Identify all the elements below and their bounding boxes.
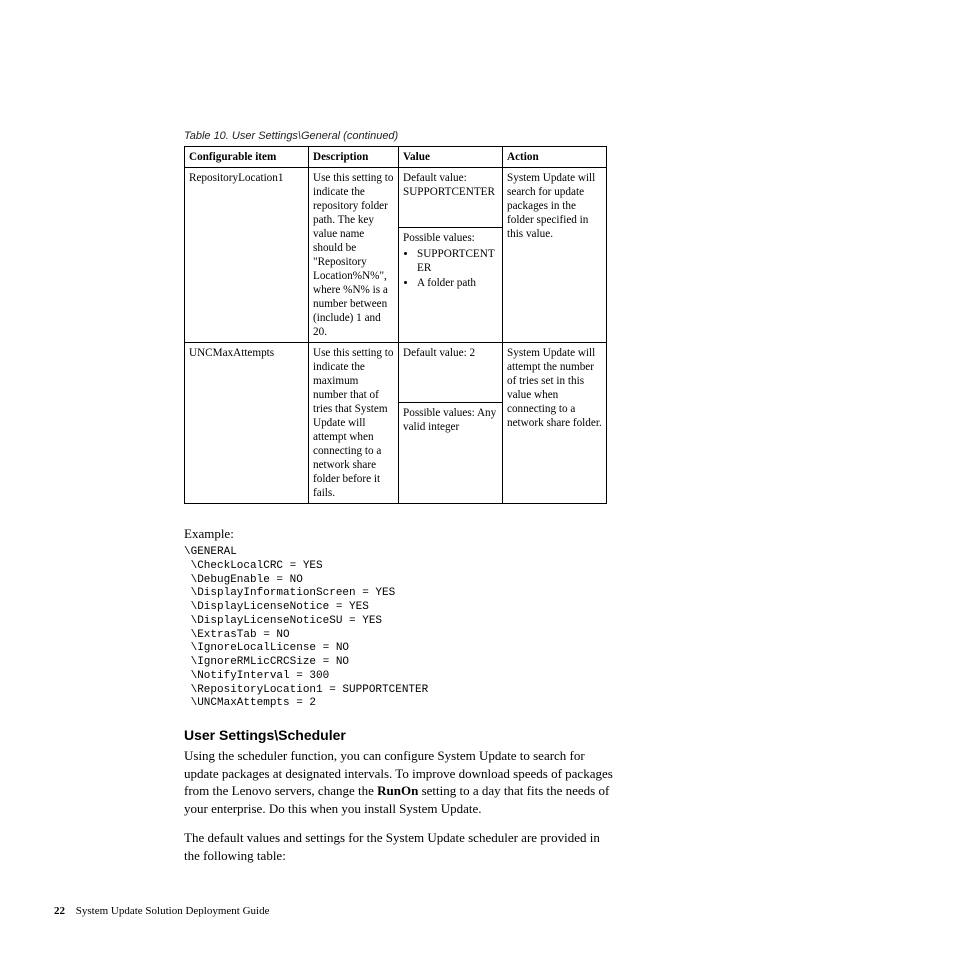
cell-action: System Update will attempt the number of… [503,343,607,504]
table-caption: Table 10. User Settings\General (continu… [184,130,804,142]
settings-table: Configurable item Description Value Acti… [184,146,607,504]
section-paragraph-2: The default values and settings for the … [184,829,616,864]
page-content: Table 10. User Settings\General (continu… [184,130,804,876]
header-action: Action [503,147,607,168]
example-label: Example: [184,526,804,542]
cell-value-possible: Possible values: SUPPORTCENTER A folder … [399,228,503,343]
cell-item: RepositoryLocation1 [185,168,309,343]
table-row: UNCMaxAttempts Use this setting to indic… [185,343,607,403]
example-code: \GENERAL \CheckLocalCRC = YES \DebugEnab… [184,546,804,711]
possible-list: SUPPORTCENTER A folder path [403,247,498,290]
cell-item: UNCMaxAttempts [185,343,309,504]
footer-title: System Update Solution Deployment Guide [76,905,270,917]
header-item: Configurable item [185,147,309,168]
page-footer: 22 System Update Solution Deployment Gui… [54,905,269,917]
header-desc: Description [309,147,399,168]
section-paragraph-1: Using the scheduler function, you can co… [184,747,616,817]
cell-desc: Use this setting to indicate the reposit… [309,168,399,343]
table-header-row: Configurable item Description Value Acti… [185,147,607,168]
page-number: 22 [54,905,65,917]
list-item: A folder path [417,276,498,290]
header-value: Value [399,147,503,168]
runon-bold: RunOn [377,783,418,798]
possible-label: Possible values: [403,232,475,244]
cell-value-default: Default value: 2 [399,343,503,403]
list-item: SUPPORTCENTER [417,247,498,275]
section-heading: User Settings\Scheduler [184,727,804,743]
cell-action: System Update will search for update pac… [503,168,607,343]
cell-value-default: Default value: SUPPORTCENTER [399,168,503,228]
cell-value-possible: Possible values: Any valid integer [399,403,503,504]
table-row: RepositoryLocation1 Use this setting to … [185,168,607,228]
cell-desc: Use this setting to indicate the maximum… [309,343,399,504]
